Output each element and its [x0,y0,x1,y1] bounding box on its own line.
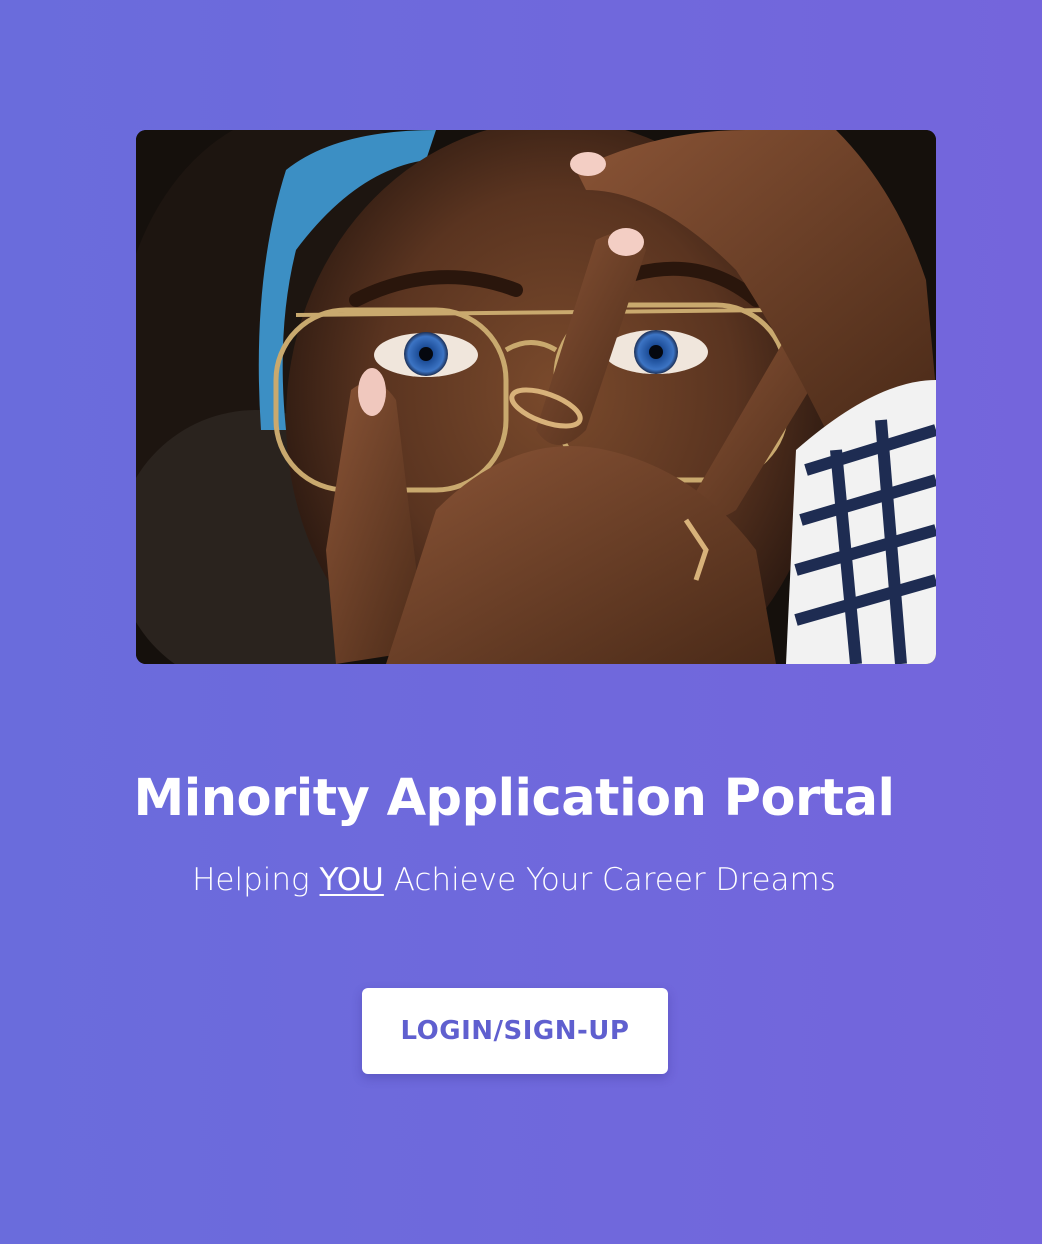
page-title: Minority Application Portal [133,769,896,828]
tagline-suffix: Achieve Your Career Dreams [383,862,836,898]
login-signup-button[interactable]: LOGIN/SIGN-UP [362,988,668,1074]
tagline-emphasis: YOU [319,862,384,898]
tagline: Helping YOU Achieve Your Career Dreams [0,860,1028,900]
tagline-prefix: Helping [192,862,320,898]
hero-image [136,130,936,664]
